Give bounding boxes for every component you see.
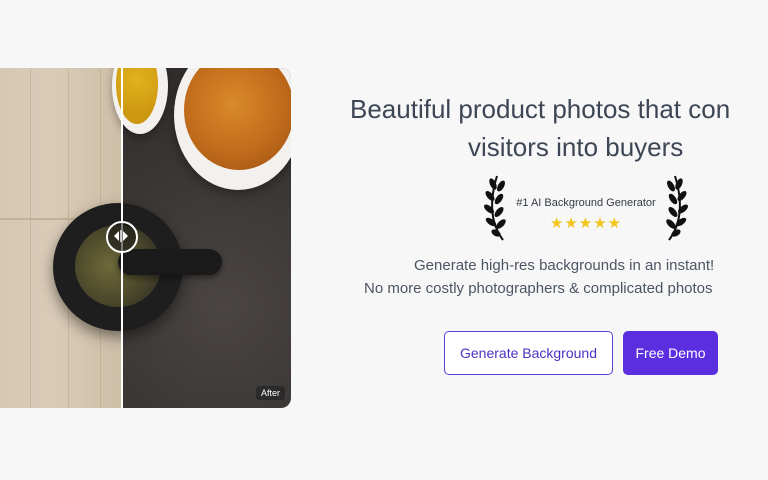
orange-spice [184, 68, 291, 170]
compare-arrows-icon [114, 230, 128, 242]
landing-page: After Beautiful product photos that con … [0, 0, 768, 480]
laurel-right-icon [666, 175, 688, 241]
subtext-line-1: Generate high-res backgrounds in an inst… [414, 257, 715, 274]
award-title: #1 AI Background Generator [516, 197, 656, 209]
rating-stars: ★★★★★ [549, 215, 623, 232]
hero-subtext: Generate high-res backgrounds in an inst… [364, 254, 768, 300]
compare-slider-handle[interactable] [106, 221, 138, 253]
free-demo-button[interactable]: Free Demo [623, 331, 718, 375]
turmeric-bowl [174, 68, 291, 190]
pestle [118, 249, 222, 275]
award-badge: #1 AI Background Generator ★★★★★ [483, 172, 689, 244]
before-after-compare[interactable]: After [0, 68, 291, 408]
after-badge: After [255, 386, 285, 400]
wood-grain [30, 68, 31, 408]
hero-headline: Beautiful product photos that con visito… [350, 90, 768, 166]
headline-line-1: Beautiful product photos that con [350, 94, 731, 124]
subtext-line-2: No more costly photographers & complicat… [364, 280, 713, 297]
generate-background-button[interactable]: Generate Background [444, 331, 613, 375]
headline-line-2: visitors into buyers [468, 132, 684, 162]
laurel-left-icon [484, 175, 506, 241]
